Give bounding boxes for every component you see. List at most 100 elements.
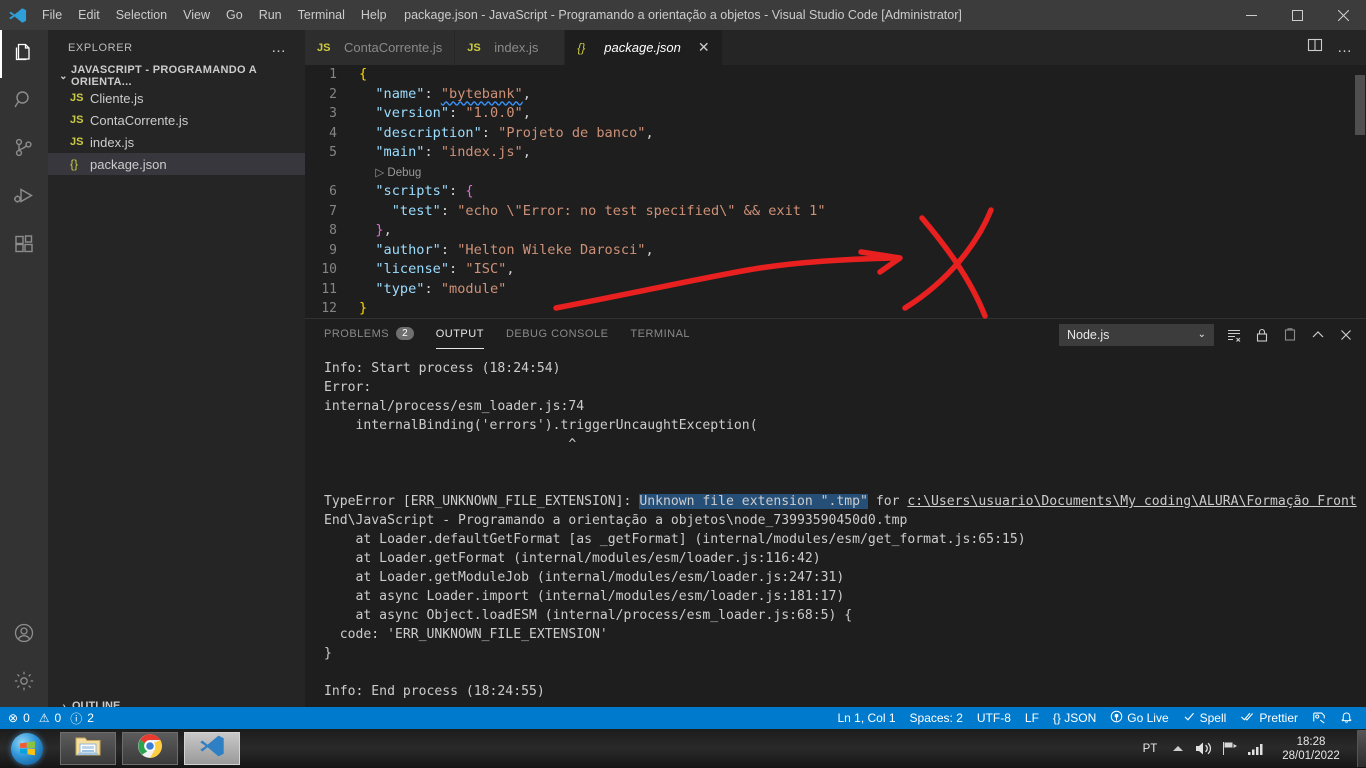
output-line: code: 'ERR_UNKNOWN_FILE_EXTENSION' xyxy=(324,627,608,642)
activity-source-control[interactable] xyxy=(0,126,48,174)
menu-run[interactable]: Run xyxy=(251,4,290,26)
signal-icon[interactable] xyxy=(1243,729,1269,768)
minimize-button[interactable] xyxy=(1228,0,1274,30)
editor-more-actions-icon[interactable]: … xyxy=(1337,40,1352,55)
file-item-index-js[interactable]: JS index.js xyxy=(48,131,305,153)
code-line[interactable]: 8 }, xyxy=(305,221,1366,241)
network-icon[interactable] xyxy=(1217,729,1243,768)
taskbar-file-explorer[interactable] xyxy=(60,732,116,765)
file-item-contacorrente-js[interactable]: JS ContaCorrente.js xyxy=(48,109,305,131)
file-item-cliente-js[interactable]: JS Cliente.js xyxy=(48,87,305,109)
activity-extensions[interactable] xyxy=(0,222,48,270)
menu-file[interactable]: File xyxy=(34,4,70,26)
close-panel-icon[interactable] xyxy=(1338,327,1354,343)
title-bar: File Edit Selection View Go Run Terminal… xyxy=(0,0,1366,30)
output-line: } xyxy=(324,646,332,661)
vscode-logo-icon xyxy=(0,0,34,30)
language-indicator[interactable]: PT xyxy=(1135,729,1165,768)
code-line[interactable]: 9 "author": "Helton Wileke Darosci", xyxy=(305,241,1366,261)
status-notifications[interactable] xyxy=(1333,707,1360,729)
code-line[interactable]: 5 "main": "index.js", xyxy=(305,143,1366,163)
status-spell-checker[interactable]: Spell xyxy=(1176,707,1234,729)
tab-index-js[interactable]: JS index.js xyxy=(455,30,566,65)
code-line[interactable]: 10 "license": "ISC", xyxy=(305,260,1366,280)
lock-scroll-icon[interactable] xyxy=(1254,327,1270,343)
code-line-text: "type": "module" xyxy=(375,280,507,297)
taskbar-google-chrome[interactable] xyxy=(122,732,178,765)
status-cursor-position[interactable]: Ln 1, Col 1 xyxy=(830,707,902,729)
code-line[interactable]: ▷ Debug xyxy=(305,163,1366,183)
menu-terminal[interactable]: Terminal xyxy=(290,4,353,26)
vscode-icon xyxy=(199,733,225,764)
panel-tab-debug-console[interactable]: DEBUG CONSOLE xyxy=(506,328,608,342)
code-line[interactable]: 2 "name": "bytebank", xyxy=(305,85,1366,105)
output-console[interactable]: Info: Start process (18:24:54) Error: inte… xyxy=(305,350,1366,718)
volume-icon[interactable] xyxy=(1191,729,1217,768)
panel-tab-label: PROBLEMS xyxy=(324,327,390,340)
scrollbar-thumb[interactable] xyxy=(1355,75,1365,135)
error-icon: ⊗ xyxy=(8,711,19,725)
folder-icon xyxy=(75,734,101,763)
account-icon xyxy=(12,621,36,650)
file-item-package-json[interactable]: {} package.json xyxy=(48,153,305,175)
activity-bar xyxy=(0,30,48,717)
status-eol[interactable]: LF xyxy=(1018,707,1046,729)
activity-run-debug[interactable] xyxy=(0,174,48,222)
code-line[interactable]: 3 "version": "1.0.0", xyxy=(305,104,1366,124)
panel-tab-terminal[interactable]: TERMINAL xyxy=(630,328,690,342)
menu-selection[interactable]: Selection xyxy=(108,4,175,26)
activity-settings[interactable] xyxy=(0,659,48,707)
explorer-root-folder[interactable]: ⌄ JAVASCRIPT - PROGRAMANDO A ORIENTA... xyxy=(48,64,305,88)
split-editor-icon[interactable] xyxy=(1307,37,1323,58)
line-number: 12 xyxy=(321,301,337,316)
code-line[interactable]: 11 "type": "module" xyxy=(305,280,1366,300)
panel-tab-problems[interactable]: PROBLEMS 2 xyxy=(324,327,414,342)
taskbar-clock[interactable]: 18:28 28/01/2022 xyxy=(1269,735,1353,763)
status-feedback[interactable] xyxy=(1305,707,1333,729)
menu-go[interactable]: Go xyxy=(218,4,251,26)
sidebar-more-actions-icon[interactable]: … xyxy=(271,39,287,56)
tab-contacorrente-js[interactable]: JS ContaCorrente.js xyxy=(305,30,456,65)
code-line[interactable]: 4 "description": "Projeto de banco", xyxy=(305,124,1366,144)
panel-tab-output[interactable]: OUTPUT xyxy=(435,328,485,349)
show-hidden-icons[interactable] xyxy=(1165,729,1191,768)
editor-scrollbar[interactable] xyxy=(1352,65,1366,318)
maximize-panel-icon[interactable] xyxy=(1310,327,1326,343)
menu-help[interactable]: Help xyxy=(353,4,395,26)
menu-view[interactable]: View xyxy=(175,4,218,26)
status-indentation[interactable]: Spaces: 2 xyxy=(903,707,970,729)
clear-output-icon[interactable] xyxy=(1226,327,1242,343)
open-in-editor-icon[interactable] xyxy=(1282,327,1298,343)
close-tab-icon[interactable]: ✕ xyxy=(698,39,710,56)
start-button[interactable] xyxy=(4,730,50,767)
code-line[interactable]: 1{ xyxy=(305,65,1366,85)
code-editor[interactable]: 1{2 "name": "bytebank", 3 "version": "1.0… xyxy=(305,65,1366,318)
code-line-text: "scripts": { xyxy=(375,183,474,199)
status-diagnostics[interactable]: ⊗ 0 ⚠ 0 ⓘ 2 xyxy=(0,710,94,727)
status-prettier[interactable]: Prettier xyxy=(1233,707,1305,729)
code-line[interactable]: 12} xyxy=(305,299,1366,318)
status-encoding[interactable]: UTF-8 xyxy=(970,707,1018,729)
status-bar: ⊗ 0 ⚠ 0 ⓘ 2 Ln 1, Col 1 Spaces: 2 UTF-8 … xyxy=(0,707,1366,729)
code-line[interactable]: 6 "scripts": { xyxy=(305,182,1366,202)
menu-bar[interactable]: File Edit Selection View Go Run Terminal… xyxy=(34,4,395,26)
status-language-mode[interactable]: {} JSON xyxy=(1046,707,1103,729)
taskbar-visual-studio-code[interactable] xyxy=(184,732,240,765)
maximize-button[interactable] xyxy=(1274,0,1320,30)
tab-package-json[interactable]: {} package.json ✕ xyxy=(565,30,723,65)
code-line[interactable]: 7 "test": "echo \"Error: no test specifi… xyxy=(305,202,1366,222)
json-file-icon: {} xyxy=(577,40,586,55)
code-line-text: { xyxy=(359,66,368,82)
status-go-live[interactable]: Go Live xyxy=(1103,707,1175,729)
double-check-icon xyxy=(1240,710,1255,726)
output-channel-select[interactable]: Node.js ⌄ xyxy=(1059,323,1214,346)
start-orb-icon xyxy=(11,732,43,765)
close-button[interactable] xyxy=(1320,0,1366,30)
output-line: at Loader.defaultGetFormat [as _getForma… xyxy=(324,532,1026,547)
activity-explorer[interactable] xyxy=(0,30,48,78)
window-controls[interactable] xyxy=(1228,0,1366,30)
activity-accounts[interactable] xyxy=(0,611,48,659)
menu-edit[interactable]: Edit xyxy=(70,4,108,26)
activity-search[interactable] xyxy=(0,78,48,126)
show-desktop-button[interactable] xyxy=(1357,730,1366,767)
